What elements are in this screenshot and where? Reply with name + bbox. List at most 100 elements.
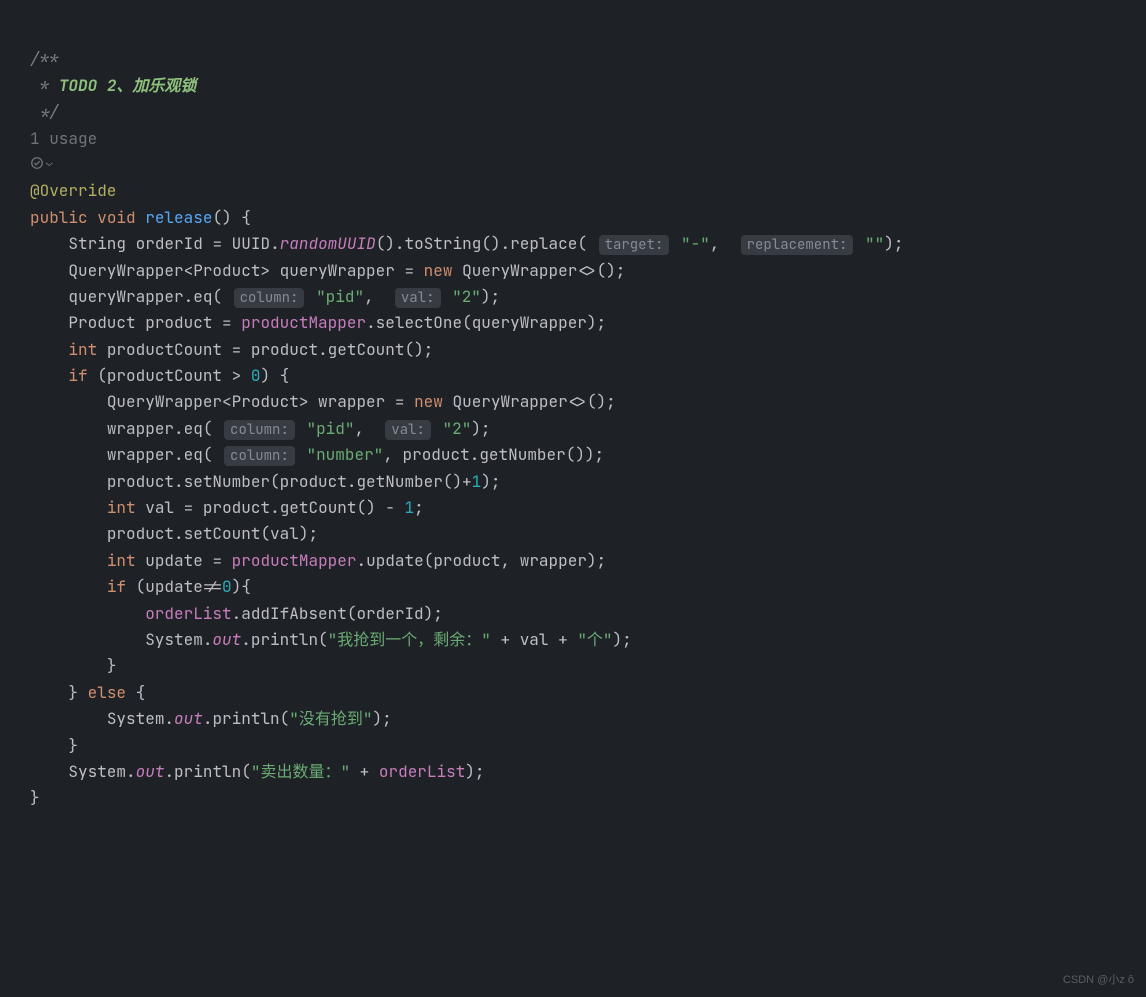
- method-setcount: setCount: [184, 523, 261, 544]
- var-product-8: product: [433, 550, 500, 571]
- str-empty: "": [865, 233, 884, 254]
- param-hint-column-3: column:: [224, 446, 295, 466]
- param-hint-column-2: column:: [224, 420, 295, 440]
- class-uuid: UUID: [232, 233, 270, 254]
- var-product-3: product: [403, 444, 470, 465]
- method-replace: replace: [510, 233, 577, 254]
- chevron-down-icon: ⌄: [46, 154, 53, 172]
- override-gutter-icon[interactable]: ⌄: [30, 154, 53, 172]
- var-update: update: [145, 550, 203, 571]
- method-eq-2: eq: [184, 418, 203, 439]
- javadoc-star: *: [30, 75, 59, 96]
- method-selectone: selectOne: [376, 312, 462, 333]
- str-unit: "个": [577, 629, 612, 650]
- str-grab: "我抢到一个，剩余：": [328, 629, 491, 650]
- method-getnumber: getNumber: [479, 444, 565, 465]
- var-product-4: product: [107, 471, 174, 492]
- num-1b: 1: [405, 497, 415, 518]
- kw-int-3: int: [107, 550, 136, 571]
- usage-count-hint[interactable]: 1 usage: [30, 128, 97, 149]
- type-querywrapper-3: QueryWrapper: [107, 391, 222, 412]
- var-querywrapper-2: queryWrapper: [68, 286, 183, 307]
- method-update: update: [366, 550, 424, 571]
- str-2: "2": [452, 286, 481, 307]
- kw-public: public: [30, 207, 88, 228]
- type-querywrapper-2: QueryWrapper: [462, 260, 577, 281]
- var-update-2: update: [145, 576, 203, 597]
- var-wrapper-3: wrapper: [107, 444, 174, 465]
- var-val-2: val: [270, 523, 299, 544]
- field-out-3: out: [136, 761, 165, 782]
- field-productmapper-2: productMapper: [232, 550, 357, 571]
- var-querywrapper: queryWrapper: [280, 260, 395, 281]
- param-hint-val: val:: [395, 288, 441, 308]
- method-tostring: toString: [405, 233, 482, 254]
- var-productcount: productCount: [107, 339, 222, 360]
- var-val: val: [145, 497, 174, 518]
- str-dash: "-": [681, 233, 710, 254]
- var-product-5: product: [280, 471, 347, 492]
- field-productmapper: productMapper: [241, 312, 366, 333]
- kw-if: if: [68, 365, 87, 386]
- var-orderid: orderId: [136, 233, 203, 254]
- method-eq-3: eq: [184, 444, 203, 465]
- var-productcount-2: productCount: [107, 365, 222, 386]
- kw-void: void: [97, 207, 135, 228]
- kw-new-2: new: [414, 391, 443, 412]
- kw-int-2: int: [107, 497, 136, 518]
- var-product-2: product: [251, 339, 318, 360]
- method-getcount-2: getCount: [280, 497, 357, 518]
- method-getnumber-2: getNumber: [356, 471, 442, 492]
- type-product-3: Product: [232, 391, 299, 412]
- param-hint-column: column:: [234, 288, 305, 308]
- param-hint-val-2: val:: [385, 420, 431, 440]
- watermark-text: CSDN @小z ô: [1063, 971, 1134, 989]
- str-pid: "pid": [316, 286, 364, 307]
- str-sold: "卖出数量：": [251, 761, 350, 782]
- kw-new: new: [424, 260, 453, 281]
- javadoc-close: */: [30, 101, 59, 122]
- kw-int: int: [68, 339, 97, 360]
- field-out: out: [212, 629, 241, 650]
- method-eq: eq: [193, 286, 212, 307]
- method-addifabsent: addIfAbsent: [241, 603, 347, 624]
- method-setnumber: setNumber: [184, 471, 270, 492]
- var-orderid-2: orderId: [356, 603, 423, 624]
- method-println: println: [251, 629, 318, 650]
- type-querywrapper-4: QueryWrapper: [453, 391, 568, 412]
- type-product-2: Product: [68, 312, 135, 333]
- param-hint-replacement: replacement:: [741, 235, 854, 255]
- method-getcount: getCount: [328, 339, 405, 360]
- method-randomuuid: randomUUID: [280, 233, 376, 254]
- type-string: String: [68, 233, 126, 254]
- method-println-2: println: [212, 708, 279, 729]
- method-release: release: [145, 207, 212, 228]
- param-hint-target: target:: [599, 235, 670, 255]
- var-val-3: val: [520, 629, 549, 650]
- var-querywrapper-3: queryWrapper: [472, 312, 587, 333]
- field-orderlist: orderList: [145, 603, 231, 624]
- var-product-7: product: [107, 523, 174, 544]
- class-system: System: [145, 629, 203, 650]
- code-editor-content[interactable]: /** * TODO 2、加乐观锁 */ 1 usage ⌄ @Override…: [30, 20, 1116, 812]
- method-println-3: println: [174, 761, 241, 782]
- var-product-6: product: [203, 497, 270, 518]
- type-querywrapper: QueryWrapper: [68, 260, 183, 281]
- override-annotation: @Override: [30, 180, 116, 201]
- kw-else: else: [88, 682, 126, 703]
- type-product: Product: [193, 260, 260, 281]
- var-wrapper: wrapper: [318, 391, 385, 412]
- javadoc-open: /**: [30, 48, 59, 69]
- num-1: 1: [472, 471, 482, 492]
- field-orderlist-2: orderList: [379, 761, 465, 782]
- class-system-2: System: [107, 708, 165, 729]
- kw-if-2: if: [107, 576, 126, 597]
- var-product: product: [145, 312, 212, 333]
- class-system-3: System: [68, 761, 126, 782]
- str-2b: "2": [443, 418, 472, 439]
- field-out-2: out: [174, 708, 203, 729]
- num-0b: 0: [222, 576, 232, 597]
- var-wrapper-4: wrapper: [520, 550, 587, 571]
- str-number: "number": [306, 444, 383, 465]
- str-pid-2: "pid": [306, 418, 354, 439]
